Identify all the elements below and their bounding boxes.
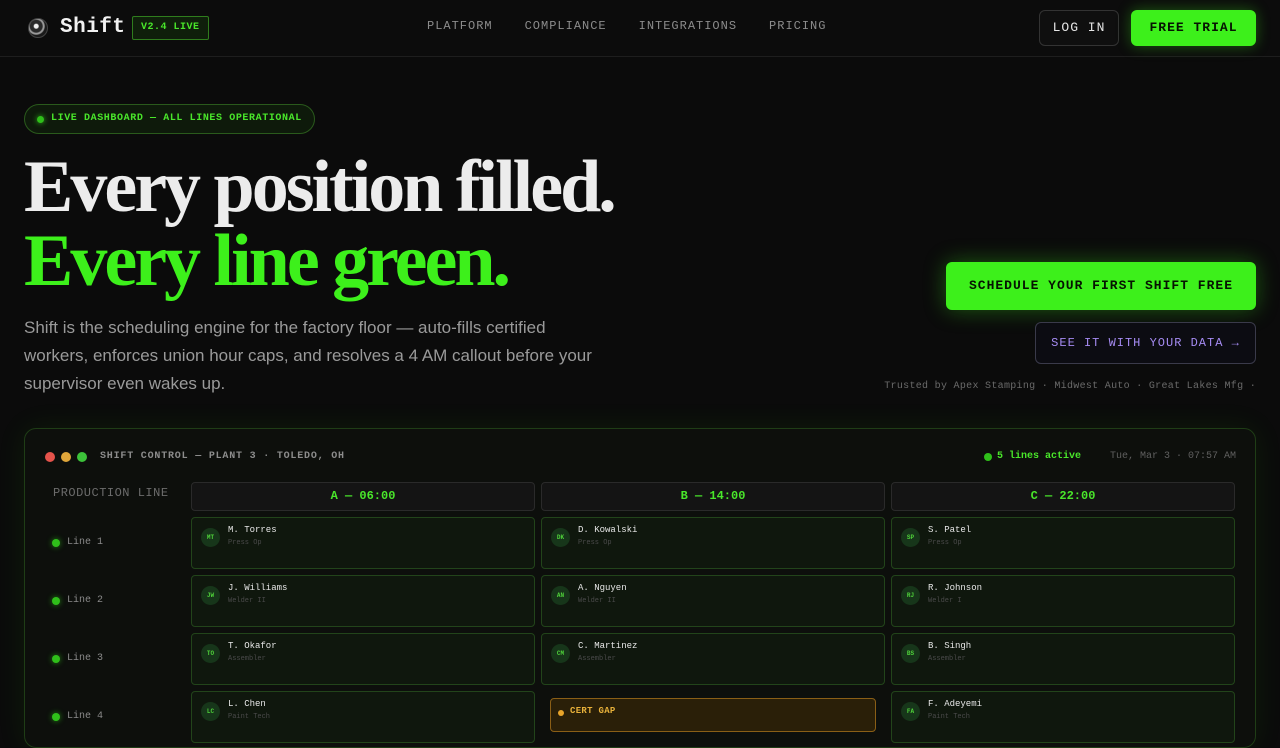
window-controls xyxy=(45,452,87,462)
schedule-shift-button[interactable]: SCHEDULE YOUR FIRST SHIFT FREE xyxy=(946,262,1256,310)
line-status-dot-icon xyxy=(52,539,60,547)
worker-role: Assembler xyxy=(578,655,616,663)
avatar: CM xyxy=(551,644,570,663)
shift-cell[interactable]: AN A. Nguyen Welder II xyxy=(541,575,885,627)
line-label-4: Line 4 xyxy=(52,711,104,722)
avatar: FA xyxy=(901,702,920,721)
close-dot-icon xyxy=(45,452,55,462)
warning-dot-icon xyxy=(558,710,564,716)
shift-cell[interactable]: LC L. Chen Paint Tech xyxy=(191,691,535,743)
maximize-dot-icon xyxy=(77,452,87,462)
line-status-dot-icon xyxy=(52,597,60,605)
shift-cell[interactable]: CM C. Martinez Assembler xyxy=(541,633,885,685)
line-label-2: Line 2 xyxy=(52,595,104,606)
login-button[interactable]: LOG IN xyxy=(1039,10,1119,46)
hero-headline: Every position filled. Every line green. xyxy=(24,146,617,302)
worker-role: Assembler xyxy=(228,655,266,663)
version-badge: V2.4 LIVE xyxy=(132,16,209,40)
dashboard-title: SHIFT CONTROL — PLANT 3 · TOLEDO, OH xyxy=(100,451,345,462)
nav-link-compliance[interactable]: COMPLIANCE xyxy=(525,19,607,33)
shift-cell[interactable]: MT M. Torres Press Op xyxy=(191,517,535,569)
cert-gap-alert[interactable]: CERT GAP xyxy=(550,698,876,732)
worker-role: Press Op xyxy=(228,539,262,547)
status-dot-icon xyxy=(37,116,44,123)
shift-cell[interactable]: FA F. Adeyemi Paint Tech xyxy=(891,691,1235,743)
worker-name: A. Nguyen xyxy=(578,583,627,593)
brand-logo[interactable]: Shift xyxy=(28,16,126,39)
line-name: Line 1 xyxy=(67,537,104,548)
lines-active-text: 5 lines active xyxy=(997,451,1082,462)
line-label-1: Line 1 xyxy=(52,537,104,548)
nav-link-integrations[interactable]: INTEGRATIONS xyxy=(639,19,737,33)
worker-name: S. Patel xyxy=(928,525,972,535)
gear-logo-icon xyxy=(28,17,48,38)
hero-subtext: Shift is the scheduling engine for the f… xyxy=(24,318,592,393)
worker-name: M. Torres xyxy=(228,525,277,535)
nav-links: PLATFORM COMPLIANCE INTEGRATIONS PRICING xyxy=(427,19,826,33)
worker-name: J. Williams xyxy=(228,583,288,593)
free-trial-button[interactable]: FREE TRIAL xyxy=(1131,10,1256,46)
shift-cell[interactable]: JW J. Williams Welder II xyxy=(191,575,535,627)
worker-name: T. Okafor xyxy=(228,641,277,651)
headline-line-2: Every line green. xyxy=(24,220,511,302)
shift-header-c[interactable]: C — 22:00 xyxy=(891,482,1235,511)
worker-role: Assembler xyxy=(928,655,966,663)
worker-name: C. Martinez xyxy=(578,641,638,651)
worker-role: Welder I xyxy=(928,597,962,605)
lines-active-status: 5 lines active xyxy=(984,451,1082,462)
worker-role: Press Op xyxy=(928,539,962,547)
avatar: LC xyxy=(201,702,220,721)
avatar: BS xyxy=(901,644,920,663)
worker-name: F. Adeyemi xyxy=(928,699,983,709)
minimize-dot-icon xyxy=(61,452,71,462)
avatar: MT xyxy=(201,528,220,547)
avatar: SP xyxy=(901,528,920,547)
shift-cell[interactable]: TO T. Okafor Assembler xyxy=(191,633,535,685)
worker-name: D. Kowalski xyxy=(578,525,638,535)
status-dot-icon xyxy=(984,453,992,461)
worker-name: L. Chen xyxy=(228,699,266,709)
avatar: JW xyxy=(201,586,220,605)
line-name: Line 3 xyxy=(67,653,104,664)
worker-role: Press Op xyxy=(578,539,612,547)
worker-role: Welder II xyxy=(228,597,266,605)
worker-name: R. Johnson xyxy=(928,583,983,593)
shift-header-b[interactable]: B — 14:00 xyxy=(541,482,885,511)
shift-cell[interactable]: RJ R. Johnson Welder I xyxy=(891,575,1235,627)
shift-cell[interactable]: BS B. Singh Assembler xyxy=(891,633,1235,685)
production-line-header: PRODUCTION LINE xyxy=(53,486,169,500)
avatar: DK xyxy=(551,528,570,547)
line-label-3: Line 3 xyxy=(52,653,104,664)
brand-name: Shift xyxy=(60,16,126,39)
shift-header-a[interactable]: A — 06:00 xyxy=(191,482,535,511)
shift-dashboard: SHIFT CONTROL — PLANT 3 · TOLEDO, OH 5 l… xyxy=(24,428,1256,748)
avatar: AN xyxy=(551,586,570,605)
cert-gap-label: CERT GAP xyxy=(570,706,616,716)
worker-name: B. Singh xyxy=(928,641,972,651)
avatar: RJ xyxy=(901,586,920,605)
shift-cell[interactable]: DK D. Kowalski Press Op xyxy=(541,517,885,569)
nav-link-pricing[interactable]: PRICING xyxy=(769,19,826,33)
status-pill: LIVE DASHBOARD — ALL LINES OPERATIONAL xyxy=(24,104,315,134)
headline-line-1: Every position filled. xyxy=(24,146,617,228)
line-name: Line 2 xyxy=(67,595,104,606)
shift-cell[interactable]: SP S. Patel Press Op xyxy=(891,517,1235,569)
line-name: Line 4 xyxy=(67,711,104,722)
status-pill-text: LIVE DASHBOARD — ALL LINES OPERATIONAL xyxy=(51,113,302,124)
top-nav: Shift V2.4 LIVE PLATFORM COMPLIANCE INTE… xyxy=(0,0,1280,57)
see-with-data-button[interactable]: SEE IT WITH YOUR DATA → xyxy=(1035,322,1256,364)
avatar: TO xyxy=(201,644,220,663)
worker-role: Welder II xyxy=(578,597,616,605)
trusted-by: Trusted by Apex Stamping · Midwest Auto … xyxy=(884,381,1256,392)
line-status-dot-icon xyxy=(52,655,60,663)
nav-link-platform[interactable]: PLATFORM xyxy=(427,19,493,33)
dashboard-datetime: Tue, Mar 3 · 07:57 AM xyxy=(1110,451,1237,462)
